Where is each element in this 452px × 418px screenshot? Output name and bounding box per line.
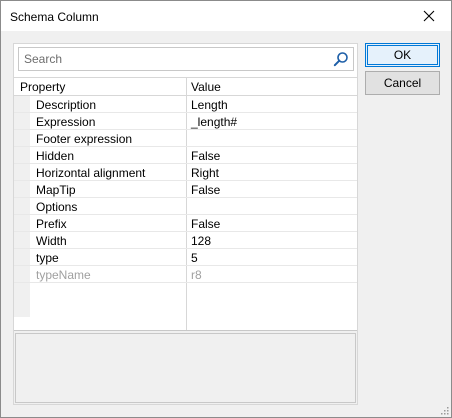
- search-input[interactable]: [19, 48, 329, 70]
- close-icon: [423, 10, 435, 22]
- search-icon[interactable]: [333, 51, 349, 67]
- property-name: Width: [36, 234, 67, 248]
- resize-grip-icon[interactable]: [439, 405, 449, 415]
- property-row[interactable]: Description Length: [14, 96, 357, 113]
- property-name: typeName: [36, 268, 91, 282]
- property-row[interactable]: Hidden False: [14, 147, 357, 164]
- grid-rows: Description Length Expression _length# Foote…: [14, 96, 357, 283]
- property-value[interactable]: r8: [191, 268, 202, 282]
- property-name: Hidden: [36, 149, 75, 163]
- property-name: Horizontal alignment: [36, 166, 146, 180]
- column-header-value[interactable]: Value: [191, 80, 221, 94]
- property-row[interactable]: Width 128: [14, 232, 357, 249]
- search-box: [18, 47, 354, 71]
- property-value[interactable]: Right: [191, 166, 219, 180]
- property-row[interactable]: type 5: [14, 249, 357, 266]
- property-row[interactable]: Prefix False: [14, 215, 357, 232]
- close-button[interactable]: [407, 1, 451, 31]
- property-name: Options: [36, 200, 78, 214]
- ok-button[interactable]: OK: [365, 43, 440, 67]
- property-row[interactable]: Expression _length#: [14, 113, 357, 130]
- window-title: Schema Column: [10, 10, 99, 24]
- dialog-window: Schema Column Property Value Description…: [0, 0, 452, 418]
- description-pane: [14, 330, 357, 404]
- description-area: [15, 333, 356, 403]
- property-value[interactable]: False: [191, 183, 220, 197]
- property-name: Expression: [36, 115, 96, 129]
- property-value[interactable]: 128: [191, 234, 211, 248]
- property-grid: Property Value Description Length Expressi…: [14, 77, 357, 363]
- property-panel: Property Value DescriptionLengthExpressi…: [13, 43, 358, 405]
- cancel-button[interactable]: Cancel: [365, 71, 440, 95]
- property-value[interactable]: False: [191, 149, 220, 163]
- property-row[interactable]: MapTip False: [14, 181, 357, 198]
- property-row[interactable]: Horizontal alignment Right: [14, 164, 357, 181]
- property-row[interactable]: typeName r8: [14, 266, 357, 283]
- property-name: Footer expression: [36, 132, 133, 146]
- property-value[interactable]: False: [191, 217, 220, 231]
- property-value[interactable]: Length: [191, 98, 228, 112]
- property-row[interactable]: Footer expression: [14, 130, 357, 147]
- property-value[interactable]: _length#: [191, 115, 237, 129]
- title-bar[interactable]: Schema Column: [1, 1, 451, 31]
- property-name: Description: [36, 98, 97, 112]
- property-name: Prefix: [36, 217, 67, 231]
- property-row[interactable]: Options: [14, 198, 357, 215]
- property-name: type: [36, 251, 59, 265]
- property-name: MapTip: [36, 183, 76, 197]
- property-value[interactable]: 5: [191, 251, 198, 265]
- column-header-property[interactable]: Property: [20, 80, 65, 94]
